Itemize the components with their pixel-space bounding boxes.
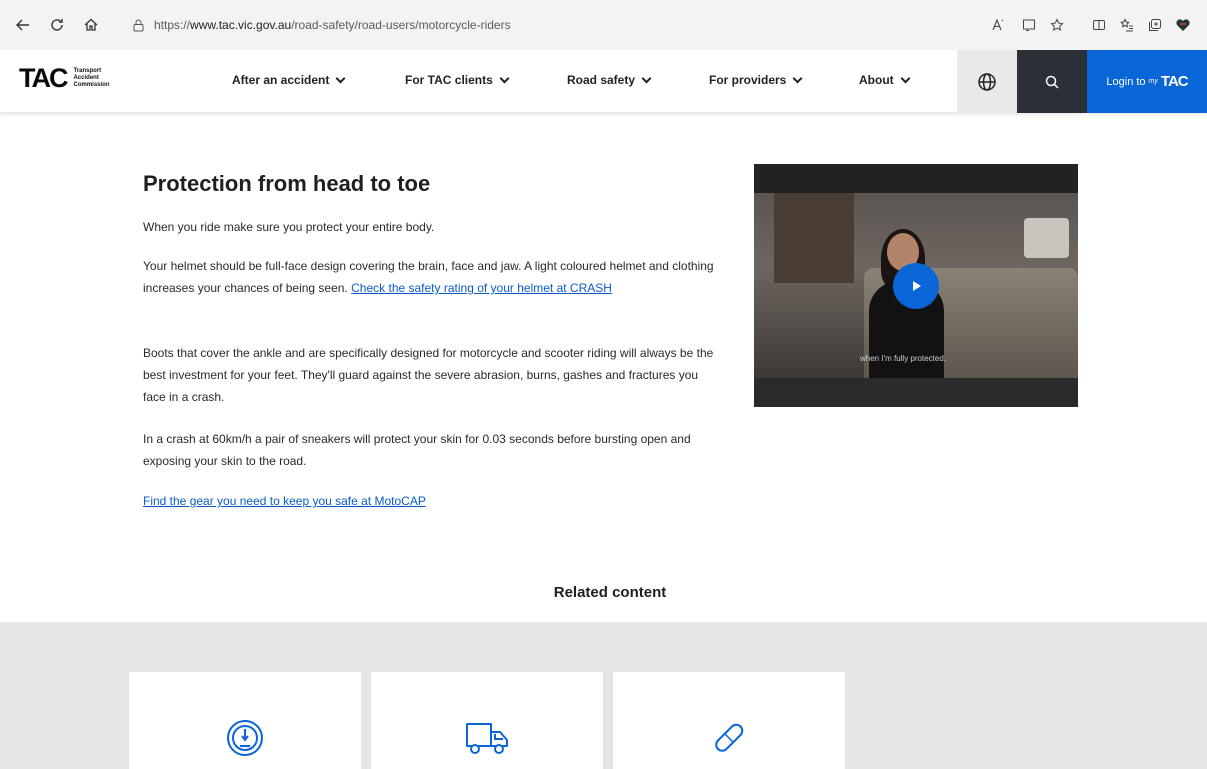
collections-icon[interactable]: [1141, 12, 1169, 38]
video-caption: when I'm fully protected.: [860, 354, 947, 363]
url-prefix: https://: [154, 18, 191, 32]
chevron-down-icon: [335, 73, 346, 83]
related-card-speed[interactable]: [129, 672, 361, 769]
nav-about[interactable]: About: [859, 73, 911, 87]
helmet-paragraph: Your helmet should be full-face design c…: [143, 255, 723, 299]
favorite-star-icon[interactable]: [1043, 12, 1071, 38]
site-header: TAC Transport Accident Commission After …: [0, 50, 1207, 113]
play-button[interactable]: [893, 263, 939, 309]
chevron-down-icon: [792, 73, 803, 83]
intro-paragraph: When you ride make sure you protect your…: [143, 220, 435, 234]
logo-mark: TAC: [19, 63, 68, 93]
nav-label: About: [859, 73, 894, 87]
reading-view-icon[interactable]: [1015, 12, 1043, 38]
search-button[interactable]: [1017, 50, 1087, 113]
motocap-link[interactable]: Find the gear you need to keep you safe …: [143, 494, 426, 508]
login-label: Login to: [1106, 75, 1146, 88]
login-logo: TAC: [1160, 73, 1189, 90]
logo-subtitle: Transport Accident Commission: [74, 68, 110, 89]
motocap-paragraph: Find the gear you need to keep you safe …: [143, 490, 723, 512]
chevron-down-icon: [641, 73, 652, 83]
related-card-truck[interactable]: [371, 672, 603, 769]
nav-label: For providers: [709, 73, 787, 87]
read-aloud-icon[interactable]: [985, 12, 1013, 38]
url-host: www.tac.vic.gov.au: [190, 18, 292, 32]
related-card-injury[interactable]: [613, 672, 845, 769]
refresh-icon[interactable]: [43, 11, 71, 39]
url-path: /road-safety/road-users/motorcycle-rider…: [291, 18, 511, 32]
lamp-shape: [1024, 218, 1069, 258]
video-player[interactable]: when I'm fully protected.: [754, 164, 1078, 407]
extension-heart-icon[interactable]: [1169, 12, 1197, 38]
speedometer-icon: [227, 720, 263, 756]
language-button[interactable]: [957, 50, 1017, 113]
play-icon: [913, 281, 921, 291]
login-button[interactable]: Login to my TAC: [1087, 50, 1207, 113]
related-content-title: Related content: [553, 584, 667, 601]
shelf-shape: [774, 193, 854, 283]
crash-rating-link[interactable]: Check the safety rating of your helmet a…: [351, 281, 612, 295]
nav-label: After an accident: [232, 73, 330, 87]
back-arrow-icon[interactable]: [9, 11, 37, 39]
globe-icon: [978, 72, 996, 91]
browser-toolbar: https://www.tac.vic.gov.au/road-safety/r…: [0, 0, 1207, 50]
page-heading: Protection from head to toe: [143, 171, 431, 196]
nav-label: Road safety: [567, 73, 636, 87]
split-screen-icon[interactable]: [1085, 12, 1113, 38]
browser-tools: [985, 12, 1197, 38]
logo-sub-line: Commission: [73, 82, 110, 88]
chevron-down-icon: [900, 73, 911, 83]
home-icon[interactable]: [77, 11, 105, 39]
boots-paragraph: Boots that cover the ankle and are speci…: [143, 346, 714, 404]
search-icon: [1045, 75, 1059, 89]
video-controls-bar: [754, 378, 1078, 407]
nav-after-an-accident[interactable]: After an accident: [232, 73, 346, 87]
login-my: my: [1148, 78, 1158, 85]
favorites-list-icon[interactable]: [1113, 12, 1141, 38]
nav-label: For TAC clients: [405, 73, 493, 87]
logo-sub-line: Accident: [73, 75, 99, 81]
sneakers-paragraph: In a crash at 60km/h a pair of sneakers …: [143, 432, 691, 468]
truck-icon: [466, 723, 508, 754]
nav-for-providers[interactable]: For providers: [709, 73, 803, 87]
nav-for-tac-clients[interactable]: For TAC clients: [405, 73, 510, 87]
logo-sub-line: Transport: [73, 68, 102, 74]
bandage-icon: [715, 723, 744, 752]
lock-icon: [128, 19, 148, 32]
chevron-down-icon: [499, 73, 510, 83]
tac-logo[interactable]: TAC Transport Accident Commission: [19, 63, 110, 94]
nav-road-safety[interactable]: Road safety: [567, 73, 652, 87]
